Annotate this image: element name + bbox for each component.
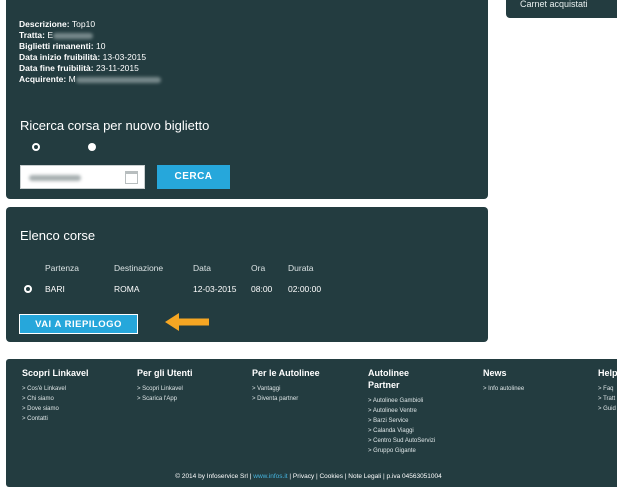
redacted-text: [75, 76, 161, 83]
footer-col-utenti: Per gli Utenti > Scopri Linkavel > Scari…: [137, 367, 193, 404]
cerca-button[interactable]: CERCA: [157, 165, 230, 189]
header-durata: Durata: [288, 263, 314, 273]
arrow-left-icon: [165, 313, 209, 331]
carnet-acquistati-link[interactable]: Carnet acquistati: [520, 0, 588, 9]
footer-link[interactable]: > Scarica l'App: [137, 394, 193, 404]
fine-row: Data fine fruibilità: 23-11-2015: [19, 63, 139, 73]
radio-option-2[interactable]: [88, 143, 96, 151]
footer-link[interactable]: > Gruppo Gigante: [368, 446, 428, 456]
row-ora: 08:00: [251, 284, 273, 294]
corsa-radio[interactable]: [24, 285, 32, 293]
header-partenza: Partenza: [45, 263, 80, 273]
row-data: 12-03-2015: [193, 284, 237, 294]
carnet-details: Descrizione: Top10 Tratta: E Biglietti r…: [19, 19, 161, 85]
footer-link[interactable]: > Tratt: [598, 394, 617, 404]
radio-option-1[interactable]: [32, 143, 40, 151]
sidebar-panel: Carnet acquistati: [506, 0, 617, 18]
footer-link[interactable]: > Diventa partner: [252, 394, 320, 404]
header-destinazione: Destinazione: [114, 263, 164, 273]
footer-link[interactable]: > Cos'è Linkavel: [22, 384, 89, 394]
acquirente-row: Acquirente: M: [19, 74, 161, 85]
redacted-date-value: [29, 175, 81, 181]
redacted-text: [53, 32, 94, 39]
footer-link[interactable]: > Scopri Linkavel: [137, 384, 193, 394]
copyright-text: © 2014 by Infoservice Srl | www.infos.it…: [175, 473, 442, 480]
footer-link[interactable]: > Info autolinee: [483, 384, 524, 394]
inizio-row: Data inizio fruibilità: 13-03-2015: [19, 52, 147, 62]
header-data: Data: [193, 263, 211, 273]
footer-link[interactable]: > Guid: [598, 404, 617, 414]
footer-link[interactable]: > Faq: [598, 384, 617, 394]
row-durata: 02:00:00: [288, 284, 322, 294]
footer-link[interactable]: > Barzi Service: [368, 416, 428, 426]
footer-col-partner: Autolinee Partner > Autolinee Gambioli >…: [368, 367, 435, 456]
date-input[interactable]: [20, 165, 145, 189]
calendar-icon[interactable]: [125, 171, 138, 184]
footer-col-title: Help: [598, 368, 617, 378]
tratta-row: Tratta: E: [19, 30, 161, 41]
descrizione-row: Descrizione: Top10: [19, 19, 96, 29]
biglietti-row: Biglietti rimanenti: 10: [19, 41, 106, 51]
infos-link[interactable]: www.infos.it: [253, 473, 287, 480]
footer-col-scopri: Scopri Linkavel > Cos'è Linkavel > Chi s…: [22, 367, 89, 424]
footer-link[interactable]: > Vantaggi: [252, 384, 320, 394]
footer-link[interactable]: > Autolinee Ventre: [368, 406, 428, 416]
footer-col-title: News: [483, 368, 507, 378]
footer-col-autolinee: Per le Autolinee > Vantaggi > Diventa pa…: [252, 367, 320, 404]
elenco-title: Elenco corse: [20, 228, 96, 243]
footer-col-title: Per le Autolinee: [252, 368, 320, 378]
footer-link[interactable]: > Dove siamo: [22, 404, 89, 414]
row-partenza: BARI: [45, 284, 65, 294]
footer-link[interactable]: > Calanda Viaggi: [368, 426, 428, 436]
footer-link[interactable]: > Centro Sud AutoServizi: [368, 436, 435, 446]
ricerca-title: Ricerca corsa per nuovo biglietto: [20, 118, 210, 133]
footer-link[interactable]: > Chi siamo: [22, 394, 89, 404]
row-destinazione: ROMA: [114, 284, 140, 294]
footer-col-title: Autolinee Partner: [368, 368, 410, 390]
header-ora: Ora: [251, 263, 266, 273]
footer-link[interactable]: > Contatti: [22, 414, 89, 424]
footer-col-title: Scopri Linkavel: [22, 368, 89, 378]
footer-col-title: Per gli Utenti: [137, 368, 193, 378]
footer-col-help: Help > Faq > Tratt > Guid: [598, 367, 617, 414]
vai-a-riepilogo-button[interactable]: VAI A RIEPILOGO: [19, 314, 138, 334]
footer-link[interactable]: > Autolinee Gambioli: [368, 396, 428, 406]
footer-col-news: News > Info autolinee: [483, 367, 524, 394]
